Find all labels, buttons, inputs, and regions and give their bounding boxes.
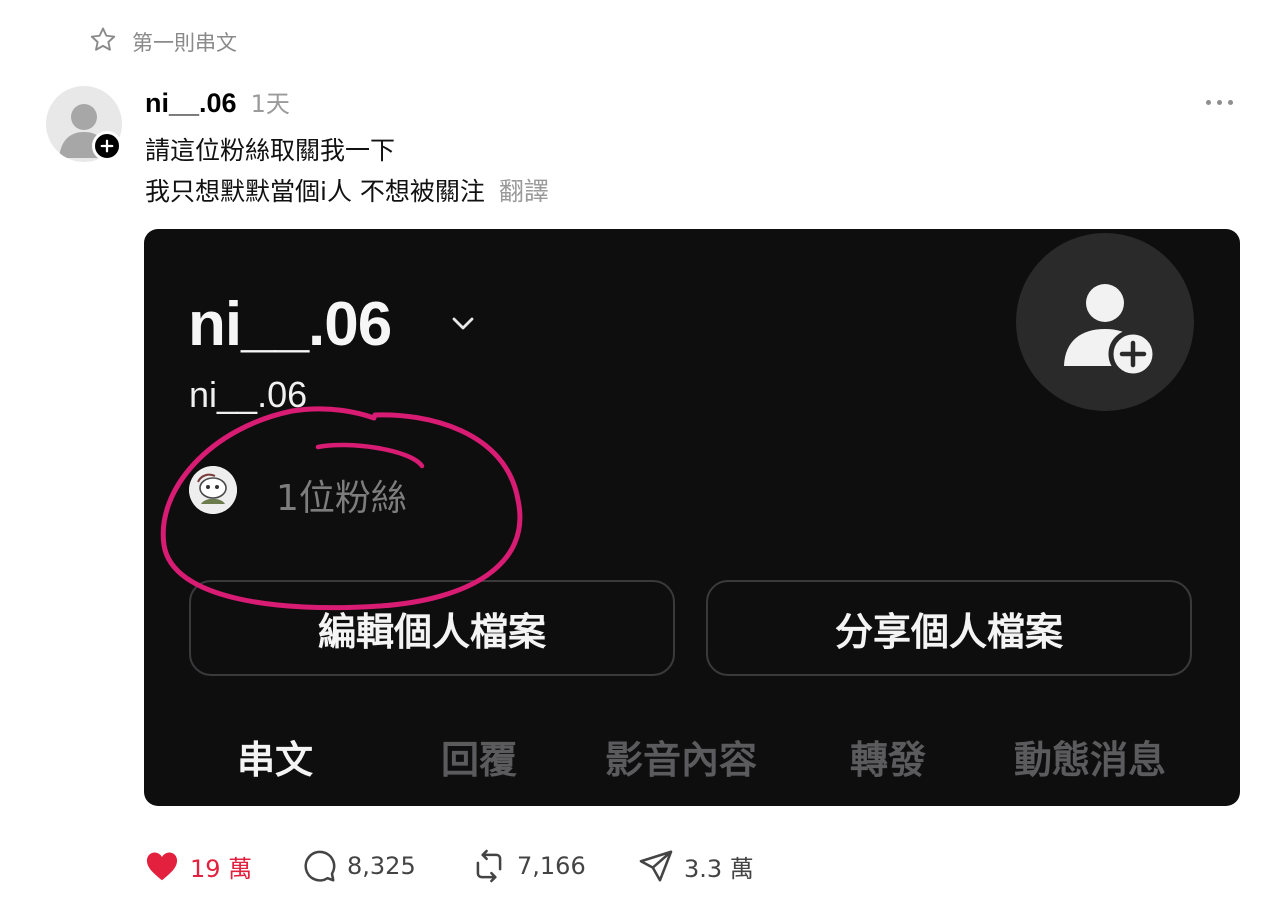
comment-count: 8,325: [347, 852, 416, 880]
more-dot: [1227, 99, 1233, 105]
tab-threads[interactable]: 串文: [237, 729, 313, 784]
profile-avatar: [1016, 233, 1194, 411]
more-icon[interactable]: [1199, 92, 1239, 112]
post-timestamp[interactable]: 1天: [251, 84, 290, 119]
follower-avatar: [189, 466, 237, 514]
repost-button[interactable]: 7,166: [470, 846, 586, 886]
post-text-line: 我只想默默當個i人 不想被關注 翻譯: [145, 172, 549, 208]
like-count: 19 萬: [190, 854, 253, 883]
tab-replies[interactable]: 回覆: [441, 729, 517, 784]
comment-button[interactable]: 8,325: [300, 846, 416, 886]
star-icon: [88, 25, 118, 59]
post-text: 我只想默默當個i人 不想被關注: [145, 177, 485, 206]
follower-count: 1位粉絲: [276, 478, 407, 519]
follow-button[interactable]: [92, 131, 122, 161]
share-button[interactable]: 3.3 萬: [637, 846, 754, 886]
tab-media[interactable]: 影音內容: [605, 729, 757, 784]
tab-activity[interactable]: 動態消息: [1014, 729, 1166, 784]
share-count: 3.3 萬: [684, 854, 754, 883]
tab-reposts[interactable]: 轉發: [850, 729, 926, 784]
embedded-profile-screenshot[interactable]: ni__.06 ni__.06 1位粉絲 編輯個人檔案 分享個人檔案 串文 回覆…: [144, 229, 1240, 806]
repost-icon: [476, 849, 502, 883]
share-profile-button[interactable]: 分享個人檔案: [706, 580, 1192, 676]
comment-icon: [304, 850, 336, 882]
send-icon: [639, 850, 673, 882]
post-text-line: 請這位粉絲取關我一下: [145, 136, 396, 165]
profile-tabs: 串文 回覆 影音內容 轉發 動態消息: [144, 729, 1240, 789]
follower-avatar-image: [189, 466, 237, 514]
post-header: ni__.06 1天: [145, 84, 290, 119]
edit-profile-button[interactable]: 編輯個人檔案: [189, 580, 675, 676]
chevron-down-icon: [452, 317, 474, 330]
repost-count: 7,166: [517, 852, 586, 880]
author-username[interactable]: ni__.06: [145, 88, 237, 119]
like-button[interactable]: 19 萬: [143, 846, 252, 886]
add-user-icon: [1064, 284, 1158, 379]
plus-icon: [100, 139, 114, 153]
pinned-label: 第一則串文: [132, 31, 237, 55]
profile-name: ni__.06: [188, 290, 392, 359]
translate-link[interactable]: 翻譯: [499, 177, 549, 206]
more-dot: [1205, 99, 1211, 105]
more-dot: [1216, 99, 1222, 105]
profile-handle: ni__.06: [189, 374, 308, 415]
pinned-row: 第一則串文: [88, 24, 237, 60]
heart-icon: [146, 852, 178, 881]
